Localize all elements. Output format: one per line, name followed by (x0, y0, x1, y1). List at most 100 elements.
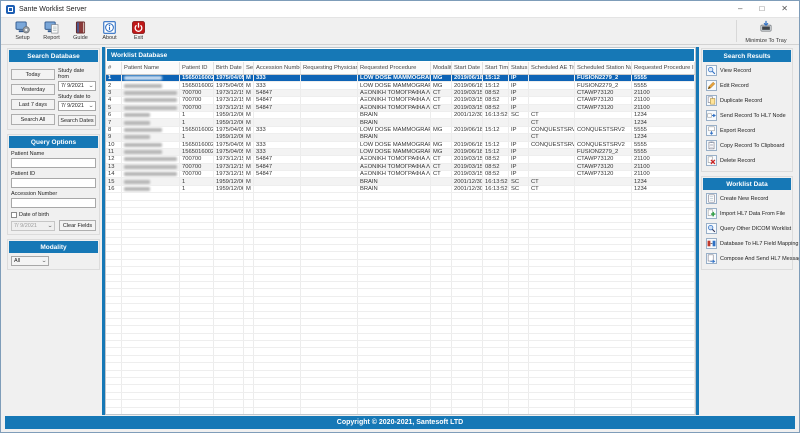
column-header[interactable]: Patient ID (180, 62, 214, 74)
column-header[interactable]: Birth Date (214, 62, 244, 74)
minimize-icon[interactable]: – (738, 2, 742, 16)
table-row[interactable]: 2156501600261975/04/05M333LOW DOSE MAMMO… (106, 82, 695, 89)
column-header[interactable]: Start Time (483, 62, 509, 74)
table-row[interactable] (106, 193, 695, 200)
copy-record-to-clipboard-button[interactable]: Copy Record To Clipboard (702, 138, 792, 153)
table-row[interactable]: 147007001973/12/15M54847ΑΞΟΝΙΚΗ ΤΟΜΟΓΡΑΦ… (106, 171, 695, 178)
date-of-birth-checkbox[interactable] (11, 212, 17, 218)
column-header[interactable]: Status (509, 62, 529, 74)
table-row[interactable] (106, 385, 695, 392)
close-icon[interactable]: ✕ (781, 2, 788, 16)
table-row[interactable] (106, 208, 695, 215)
column-header[interactable]: Requested Procedure ID (632, 62, 695, 74)
date-of-birth-picker[interactable]: 7/ 9/2021⌄ (11, 221, 55, 231)
table-cell (180, 252, 214, 258)
table-row[interactable] (106, 297, 695, 304)
table-row[interactable] (106, 223, 695, 230)
table-row[interactable] (106, 341, 695, 348)
column-header[interactable]: Patient Name (122, 62, 180, 74)
table-row[interactable] (106, 289, 695, 296)
column-header[interactable]: Requested Procedure (358, 62, 431, 74)
table-row[interactable] (106, 319, 695, 326)
table-row[interactable] (106, 238, 695, 245)
table-row[interactable] (106, 378, 695, 385)
table-row[interactable] (106, 245, 695, 252)
table-row[interactable]: 1511959/12/06MBRAIN2001/12/3016:13:52SCC… (106, 178, 695, 185)
maximize-icon[interactable]: □ (759, 2, 764, 16)
guide-button[interactable]: Guide (67, 18, 94, 44)
setup-button[interactable]: Setup (9, 18, 36, 44)
duplicate-record-button[interactable]: Duplicate Record (702, 93, 792, 108)
table-cell (122, 201, 180, 207)
table-row[interactable] (106, 326, 695, 333)
table-row[interactable]: 47007001973/12/15M54847ΑΞΟΝΙΚΗ ΤΟΜΟΓΡΑΦΙ… (106, 97, 695, 104)
report-button[interactable]: Report (38, 18, 65, 44)
about-button[interactable]: About (96, 18, 123, 44)
search-dates-button[interactable]: Search Dates (58, 115, 96, 126)
table-row[interactable]: 127007001973/12/15M54847ΑΞΟΝΙΚΗ ΤΟΜΟΓΡΑΦ… (106, 156, 695, 163)
table-row[interactable] (106, 267, 695, 274)
table-row[interactable]: 10156501600261975/04/05M333LOW DOSE MAMM… (106, 142, 695, 149)
column-header[interactable]: Modality (431, 62, 452, 74)
study-date-from-picker[interactable]: 7/ 9/2021⌄ (58, 81, 96, 91)
table-row[interactable] (106, 304, 695, 311)
table-row[interactable] (106, 356, 695, 363)
yesterday-button[interactable]: Yesterday (11, 84, 55, 95)
export-record-button[interactable]: Export Record (702, 123, 792, 138)
table-row[interactable] (106, 201, 695, 208)
create-new-record-button[interactable]: Create New Record (702, 191, 792, 206)
last-7-days-button[interactable]: Last 7 days (11, 99, 55, 110)
table-row[interactable]: 1156501600261975/04/05M333LOW DOSE MAMMO… (106, 75, 695, 82)
compose-and-send-hl7-message-button[interactable]: Compose And Send HL7 Message (702, 251, 792, 266)
table-row[interactable] (106, 400, 695, 407)
column-header[interactable]: Requesting Physician (301, 62, 358, 74)
table-row[interactable] (106, 260, 695, 267)
column-header[interactable]: Sex (244, 62, 254, 74)
table-row[interactable] (106, 348, 695, 355)
table-row[interactable] (106, 334, 695, 341)
database-to-hl7-field-mapping-button[interactable]: Database To HL7 Field Mapping (702, 236, 792, 251)
table-row[interactable]: 37007001973/12/15M54847ΑΞΟΝΙΚΗ ΤΟΜΟΓΡΑΦΙ… (106, 90, 695, 97)
table-row[interactable]: 57007001973/12/15M54847ΑΞΟΝΙΚΗ ΤΟΜΟΓΡΑΦΙ… (106, 105, 695, 112)
table-row[interactable]: 911959/12/06MBRAINCT1234 (106, 134, 695, 141)
minimize-to-tray-button[interactable]: Minimize To Tray (737, 18, 795, 44)
patient-name-input[interactable] (11, 158, 96, 168)
table-row[interactable] (106, 363, 695, 370)
column-header[interactable]: Scheduled AE Title (529, 62, 575, 74)
delete-record-button[interactable]: Delete Record (702, 153, 792, 168)
send-record-to-hl7-node-button[interactable]: Send Record To HL7 Node (702, 108, 792, 123)
view-record-button[interactable]: View Record (702, 63, 792, 78)
table-row[interactable]: 1611959/12/06MBRAIN2001/12/3016:13:52SCC… (106, 186, 695, 193)
modality-select[interactable]: All⌄ (11, 256, 49, 266)
table-row[interactable]: 8156501600261975/04/05M333LOW DOSE MAMMO… (106, 127, 695, 134)
table-row[interactable] (106, 312, 695, 319)
accession-number-input[interactable] (11, 198, 96, 208)
query-other-dicom-worklist-button[interactable]: Query Other DICOM Worklist (702, 221, 792, 236)
import-hl7-data-from-file-button[interactable]: Import HL7 Data From File (702, 206, 792, 221)
clear-fields-button[interactable]: Clear Fields (59, 220, 96, 231)
table-row[interactable] (106, 371, 695, 378)
table-row[interactable] (106, 275, 695, 282)
patient-id-input[interactable] (11, 178, 96, 188)
today-button[interactable]: Today (11, 69, 55, 80)
table-row[interactable] (106, 393, 695, 400)
table-row[interactable] (106, 282, 695, 289)
table-row[interactable] (106, 252, 695, 259)
column-header[interactable]: Scheduled Station Name (575, 62, 632, 74)
table-cell: 1234 (632, 112, 695, 118)
edit-record-button[interactable]: Edit Record (702, 78, 792, 93)
exit-button[interactable]: Exit (125, 18, 152, 44)
table-row[interactable]: 611959/12/06MBRAIN2001/12/3016:13:52SCCT… (106, 112, 695, 119)
column-header[interactable]: Start Date (452, 62, 483, 74)
column-header[interactable]: Accession Number (254, 62, 301, 74)
table-row[interactable]: 11156501600261975/04/05M333LOW DOSE MAMM… (106, 149, 695, 156)
table-row[interactable]: 137007001973/12/15M54847ΑΞΟΝΙΚΗ ΤΟΜΟΓΡΑΦ… (106, 164, 695, 171)
column-header[interactable]: # (106, 62, 122, 74)
table-row[interactable]: 711959/12/06MBRAINCT1234 (106, 119, 695, 126)
search-all-button[interactable]: Search All (11, 114, 55, 125)
table-row[interactable] (106, 408, 695, 414)
study-date-to-picker[interactable]: 7/ 9/2021⌄ (58, 101, 96, 111)
table-row[interactable] (106, 215, 695, 222)
table-row[interactable] (106, 230, 695, 237)
table-cell (180, 230, 214, 236)
